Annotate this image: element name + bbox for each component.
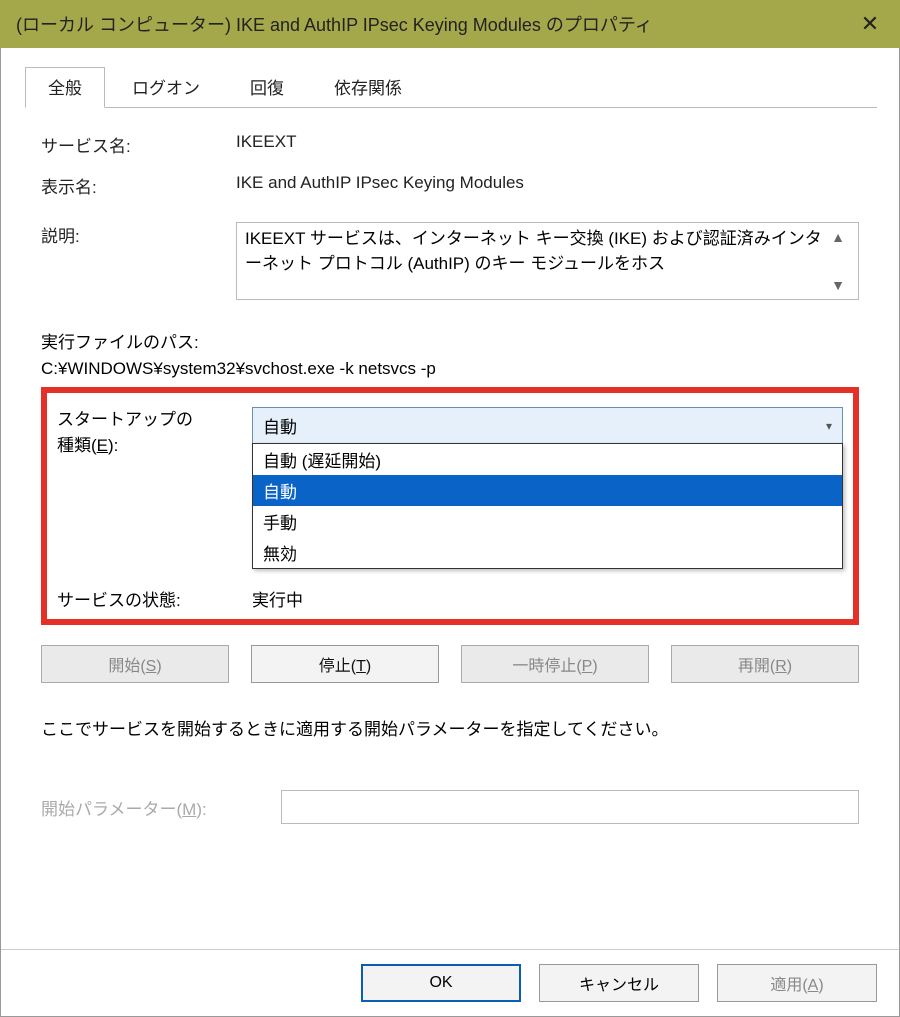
start-parameters-label: 開始パラメーター(M): [41, 795, 281, 820]
display-name-value: IKE and AuthIP IPsec Keying Modules [236, 173, 859, 198]
startup-type-combobox[interactable]: 自動 ▾ 自動 (遅延開始) 自動 手動 無効 [252, 407, 843, 458]
exe-path-value: C:¥WINDOWS¥system32¥svchost.exe -k netsv… [41, 359, 859, 379]
startup-option-disabled[interactable]: 無効 [253, 537, 842, 568]
description-box: IKEEXT サービスは、インターネット キー交換 (IKE) および認証済みイ… [236, 222, 859, 300]
startup-type-selected: 自動 [263, 413, 297, 438]
startup-option-delayed[interactable]: 自動 (遅延開始) [253, 444, 842, 475]
titlebar: (ローカル コンピューター) IKE and AuthIP IPsec Keyi… [0, 0, 900, 48]
description-text: IKEEXT サービスは、インターネット キー交換 (IKE) および認証済みイ… [245, 227, 826, 295]
resume-button[interactable]: 再開(R) [671, 645, 859, 683]
start-parameters-input[interactable] [281, 790, 859, 824]
start-button[interactable]: 開始(S) [41, 645, 229, 683]
stop-button[interactable]: 停止(T) [251, 645, 439, 683]
startup-option-auto[interactable]: 自動 [253, 475, 842, 506]
tab-general-body: サービス名: IKEEXT 表示名: IKE and AuthIP IPsec … [23, 108, 877, 842]
dialog-client: 全般 ログオン 回復 依存関係 サービス名: IKEEXT 表示名: IKE a… [0, 48, 900, 1017]
tab-general[interactable]: 全般 [25, 67, 105, 108]
startup-option-manual[interactable]: 手動 [253, 506, 842, 537]
startup-type-label: スタートアップの 種類(E): [57, 407, 252, 458]
service-status-label: サービスの状態: [57, 586, 252, 611]
description-label: 説明: [41, 222, 236, 300]
tab-dependencies[interactable]: 依存関係 [311, 67, 425, 108]
highlight-box: スタートアップの 種類(E): 自動 ▾ 自動 (遅延開始) 自動 手動 無効 [41, 387, 859, 625]
scroll-down-icon[interactable]: ▼ [831, 275, 845, 295]
pause-button[interactable]: 一時停止(P) [461, 645, 649, 683]
chevron-down-icon: ▾ [826, 419, 832, 433]
ok-button[interactable]: OK [361, 964, 521, 1002]
scroll-up-icon[interactable]: ▲ [831, 227, 845, 247]
startup-type-dropdown: 自動 (遅延開始) 自動 手動 無効 [252, 443, 843, 569]
tab-logon[interactable]: ログオン [109, 67, 223, 108]
exe-path-label: 実行ファイルのパス: [41, 328, 859, 353]
apply-button[interactable]: 適用(A) [717, 964, 877, 1002]
window-title: (ローカル コンピューター) IKE and AuthIP IPsec Keyi… [16, 11, 840, 37]
start-parameters-hint: ここでサービスを開始するときに適用する開始パラメーターを指定してください。 [41, 715, 859, 740]
tab-recovery[interactable]: 回復 [227, 67, 307, 108]
service-name-label: サービス名: [41, 132, 236, 157]
cancel-button[interactable]: キャンセル [539, 964, 699, 1002]
service-name-value: IKEEXT [236, 132, 859, 157]
service-status-value: 実行中 [252, 586, 303, 611]
tab-strip: 全般 ログオン 回復 依存関係 [25, 66, 877, 108]
close-icon[interactable]: ✕ [840, 0, 900, 48]
dialog-footer: OK キャンセル 適用(A) [1, 949, 899, 1016]
display-name-label: 表示名: [41, 173, 236, 198]
